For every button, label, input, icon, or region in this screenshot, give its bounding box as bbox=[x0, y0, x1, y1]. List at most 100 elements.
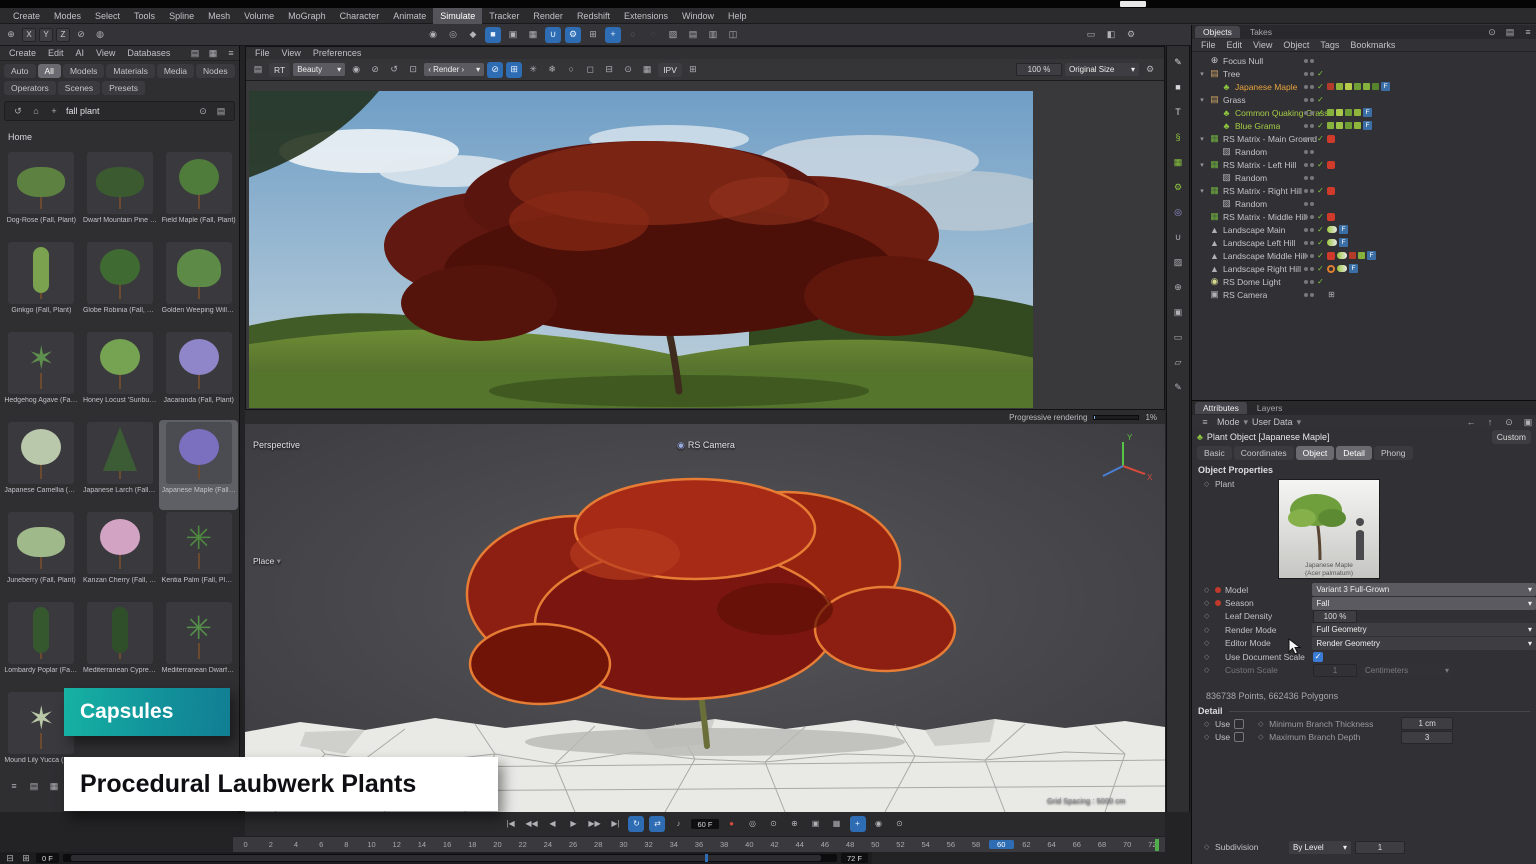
asset-item[interactable]: Ginkgo (Fall, Plant) bbox=[2, 240, 81, 330]
visibility-dot-icon[interactable] bbox=[1304, 202, 1308, 206]
asset-menu-ai[interactable]: AI bbox=[71, 48, 90, 58]
visibility-dot-icon[interactable] bbox=[1304, 293, 1308, 297]
render-dot-icon[interactable] bbox=[1310, 111, 1314, 115]
tree-row[interactable]: ▾▤Tree✓ bbox=[1192, 67, 1536, 80]
asset-menu-view[interactable]: View bbox=[91, 48, 120, 58]
mode-label[interactable]: Mode bbox=[1217, 417, 1240, 427]
add-icon[interactable]: + bbox=[46, 103, 62, 119]
fields-badge-icon[interactable]: F bbox=[1381, 82, 1390, 91]
material-swatch[interactable] bbox=[1354, 122, 1361, 129]
object-label[interactable]: RS Matrix - Right Hill bbox=[1223, 186, 1302, 196]
paint-icon[interactable]: ▨ bbox=[1170, 254, 1186, 270]
panel-grid-icon[interactable]: ▦ bbox=[205, 45, 221, 61]
range-minus-icon[interactable]: ⊟ bbox=[4, 850, 16, 864]
tablet-icon[interactable]: ▱ bbox=[1170, 354, 1186, 370]
range-start-field[interactable]: 0 F bbox=[36, 853, 59, 863]
key-scale-button[interactable]: ⊙ bbox=[766, 816, 782, 832]
render-menu-preferences[interactable]: Preferences bbox=[308, 48, 367, 58]
render-dot-icon[interactable] bbox=[1310, 241, 1314, 245]
object-label[interactable]: Random bbox=[1235, 199, 1267, 209]
expand-arrow-icon[interactable]: ▾ bbox=[1198, 187, 1206, 195]
enabled-check-icon[interactable]: ✓ bbox=[1316, 134, 1325, 143]
folder-icon[interactable]: ▤ bbox=[213, 103, 229, 119]
visibility-dot-icon[interactable] bbox=[1304, 215, 1308, 219]
object-label[interactable]: Landscape Right Hill bbox=[1223, 264, 1301, 274]
menu-item-volume[interactable]: Volume bbox=[237, 8, 281, 24]
menu-item-window[interactable]: Window bbox=[675, 8, 721, 24]
object-label[interactable]: Landscape Left Hill bbox=[1223, 238, 1295, 248]
move-tool-icon[interactable]: ⊕ bbox=[3, 27, 19, 43]
use-checkbox[interactable] bbox=[1234, 732, 1244, 742]
texture-mode-icon[interactable]: ▣ bbox=[505, 27, 521, 43]
tree-row[interactable]: ▲Landscape Main✓F bbox=[1192, 223, 1536, 236]
param-number-field[interactable]: 100 % bbox=[1313, 610, 1357, 623]
prev-key-button[interactable]: ◀◀ bbox=[523, 816, 539, 832]
autokey-button[interactable]: + bbox=[850, 816, 866, 832]
frame-tick-32[interactable]: 32 bbox=[636, 840, 661, 849]
menu-item-modes[interactable]: Modes bbox=[47, 8, 88, 24]
perspective-viewport[interactable]: Y X Perspective ◉RS Camera Place ▾ Grid … bbox=[245, 424, 1165, 812]
prev-frame-button[interactable]: ◀ bbox=[544, 816, 560, 832]
render-view-icon[interactable]: ▭ bbox=[1083, 27, 1099, 43]
loop-button[interactable]: ↻ bbox=[628, 816, 644, 832]
frame-tick-48[interactable]: 48 bbox=[838, 840, 863, 849]
param-dropdown[interactable]: Fall▾ bbox=[1312, 597, 1536, 610]
render-mode-dropdown[interactable]: Beauty▾ bbox=[293, 63, 345, 76]
ipv-button[interactable]: IPV bbox=[658, 63, 682, 77]
range-slider[interactable] bbox=[63, 854, 837, 862]
pen-tool-icon[interactable]: ✎ bbox=[1170, 54, 1186, 70]
history-icon[interactable]: ↺ bbox=[386, 62, 402, 78]
frame-tick-20[interactable]: 20 bbox=[485, 840, 510, 849]
frame-tick-26[interactable]: 26 bbox=[560, 840, 585, 849]
enabled-check-icon[interactable]: ✓ bbox=[1316, 160, 1325, 169]
visibility-dot-icon[interactable] bbox=[1304, 163, 1308, 167]
goto-start-button[interactable]: |◀ bbox=[502, 816, 518, 832]
render-region-icon[interactable]: ◧ bbox=[1103, 27, 1119, 43]
subdivision-mode-dropdown[interactable]: By Level▾ bbox=[1289, 841, 1351, 854]
keyframe-selection-button[interactable]: ◉ bbox=[871, 816, 887, 832]
object-label[interactable]: RS Matrix - Middle Hill bbox=[1223, 212, 1307, 222]
visibility-dot-icon[interactable] bbox=[1304, 241, 1308, 245]
render-dot-icon[interactable] bbox=[1310, 189, 1314, 193]
asset-item[interactable]: Golden Weeping Willow (Fall, Plant) bbox=[159, 240, 238, 330]
material-swatch[interactable] bbox=[1372, 83, 1379, 90]
preview-end-marker[interactable] bbox=[1155, 839, 1159, 851]
asset-item[interactable]: Lombardy Poplar (Fall, Plant) bbox=[2, 600, 81, 690]
asset-tab-nodes[interactable]: Nodes bbox=[196, 64, 235, 78]
cloner-icon[interactable]: ▦ bbox=[1170, 154, 1186, 170]
solo-button[interactable]: ⊙ bbox=[892, 816, 908, 832]
tab-takes[interactable]: Takes bbox=[1242, 26, 1280, 38]
asset-item[interactable]: Globe Robinia (Fall, Plant) bbox=[81, 240, 160, 330]
frame-tick-0[interactable]: 0 bbox=[233, 840, 258, 849]
asset-subtab-operators[interactable]: Operators bbox=[4, 81, 56, 95]
frame-tick-46[interactable]: 46 bbox=[812, 840, 837, 849]
dynamics-a-icon[interactable]: ○ bbox=[625, 27, 641, 43]
visibility-dot-icon[interactable] bbox=[1304, 111, 1308, 115]
axis-z-button[interactable]: Z bbox=[56, 28, 70, 42]
spline-wrap-icon[interactable]: § bbox=[1170, 129, 1186, 145]
render-dot-icon[interactable] bbox=[1310, 137, 1314, 141]
frame-tick-54[interactable]: 54 bbox=[913, 840, 938, 849]
menu-item-character[interactable]: Character bbox=[333, 8, 387, 24]
stats-icon[interactable]: ▥ bbox=[705, 27, 721, 43]
grid-snap-icon[interactable]: ⊞ bbox=[585, 27, 601, 43]
rt-button[interactable]: RT bbox=[269, 63, 290, 77]
frame-tick-60[interactable]: 60 bbox=[989, 840, 1014, 849]
enabled-check-icon[interactable]: ✓ bbox=[1316, 264, 1325, 273]
field-tag-icon[interactable] bbox=[1327, 239, 1337, 246]
render-settings-icon[interactable]: ⚙ bbox=[1123, 27, 1139, 43]
enabled-check-icon[interactable]: ✓ bbox=[1316, 225, 1325, 234]
home-icon[interactable]: ⌂ bbox=[28, 103, 44, 119]
enabled-check-icon[interactable]: ✓ bbox=[1316, 212, 1325, 221]
tree-row[interactable]: ▲Landscape Middle Hill✓F bbox=[1192, 249, 1536, 262]
tree-row[interactable]: ♣Blue Grama✓F bbox=[1192, 119, 1536, 132]
menu-item-tools[interactable]: Tools bbox=[127, 8, 162, 24]
frame-tick-22[interactable]: 22 bbox=[510, 840, 535, 849]
next-key-button[interactable]: ▶| bbox=[607, 816, 623, 832]
key-parameter-button[interactable]: ▣ bbox=[808, 816, 824, 832]
render-dot-icon[interactable] bbox=[1310, 280, 1314, 284]
mode-value[interactable]: User Data bbox=[1252, 417, 1293, 427]
render-dot-icon[interactable] bbox=[1310, 202, 1314, 206]
frame-tick-30[interactable]: 30 bbox=[611, 840, 636, 849]
axis-x-button[interactable]: X bbox=[22, 28, 36, 42]
